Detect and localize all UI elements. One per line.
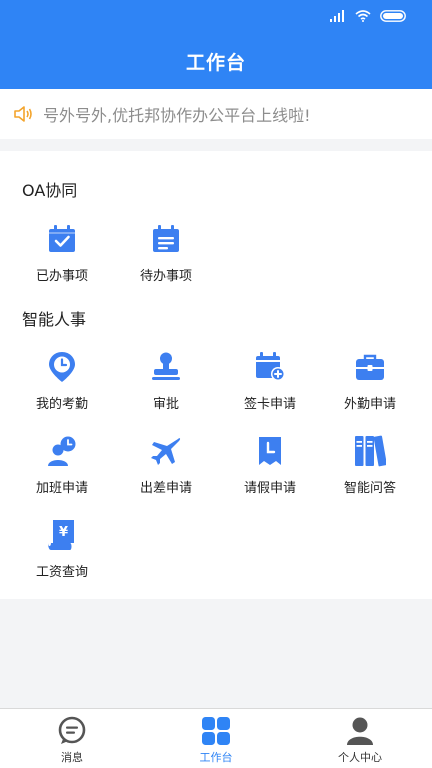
workspace-panel: OA协同 已办事项 待办事项 智能人事 我的考勤 审批 签卡申请 外勤申请 加班… xyxy=(0,151,432,599)
grid-item-leave-request[interactable]: 请假申请 xyxy=(216,435,324,505)
salary-scroll-icon: ¥ xyxy=(48,520,74,550)
grid-item-approval[interactable]: 审批 xyxy=(112,351,220,421)
grid-item-label: 签卡申请 xyxy=(243,397,296,412)
grid-item-salary-query[interactable]: ¥ 工资查询 xyxy=(8,519,116,589)
section-title-oa: OA协同 xyxy=(22,181,78,200)
app-header: 工作台 xyxy=(0,0,432,89)
chat-bubble-icon xyxy=(58,716,86,744)
grid-item-clock-in-request[interactable]: 签卡申请 xyxy=(216,351,324,421)
tab-messages[interactable]: 消息 xyxy=(0,709,144,768)
grid-item-smart-qa[interactable]: 智能问答 xyxy=(316,435,424,505)
notice-text: 号外号外,优托邦协作办公平台上线啦! xyxy=(43,106,311,125)
status-bar xyxy=(330,10,406,22)
tab-workbench[interactable]: 工作台 xyxy=(144,709,288,768)
grid-item-label: 出差申请 xyxy=(139,481,192,496)
binders-icon xyxy=(355,435,386,467)
grid-item-label: 智能问答 xyxy=(343,481,396,496)
grid-item-label: 待办事项 xyxy=(139,269,192,284)
battery-icon xyxy=(380,10,406,22)
tab-label: 消息 xyxy=(61,751,83,764)
tab-profile[interactable]: 个人中心 xyxy=(288,709,432,768)
tab-label: 个人中心 xyxy=(338,751,382,764)
grid-item-field-work-request[interactable]: 外勤申请 xyxy=(316,351,424,421)
notice-bar[interactable]: 号外号外,优托邦协作办公平台上线啦! xyxy=(0,89,432,139)
grid-item-attendance[interactable]: 我的考勤 xyxy=(8,351,116,421)
page-title: 工作台 xyxy=(185,52,246,74)
leave-note-icon xyxy=(259,437,281,465)
tab-label: 工作台 xyxy=(199,751,233,764)
grid-item-label: 加班申请 xyxy=(35,481,88,496)
grid-item-label: 我的考勤 xyxy=(35,397,88,412)
grid-item-done-tasks[interactable]: 已办事项 xyxy=(8,223,116,293)
person-icon xyxy=(347,717,373,745)
user-clock-icon xyxy=(48,436,76,466)
grid-item-label: 外勤申请 xyxy=(343,397,396,412)
speaker-icon xyxy=(14,106,32,122)
grid-icon xyxy=(202,717,230,745)
grid-item-business-trip-request[interactable]: 出差申请 xyxy=(112,435,220,505)
calendar-list-icon xyxy=(153,225,179,252)
briefcase-icon xyxy=(356,354,384,380)
signal-icon xyxy=(330,10,344,22)
stamp-icon xyxy=(152,352,180,380)
calendar-check-icon xyxy=(49,225,75,252)
svg-text:¥: ¥ xyxy=(59,525,68,540)
clock-pin-icon xyxy=(49,352,75,382)
grid-item-label: 已办事项 xyxy=(35,269,88,284)
airplane-icon xyxy=(151,438,181,465)
grid-item-label: 工资查询 xyxy=(35,565,88,580)
grid-item-todo-tasks[interactable]: 待办事项 xyxy=(112,223,220,293)
section-title-hr: 智能人事 xyxy=(22,310,87,329)
grid-item-label: 请假申请 xyxy=(243,481,296,496)
grid-item-overtime-request[interactable]: 加班申请 xyxy=(8,435,116,505)
grid-item-label: 审批 xyxy=(152,397,179,412)
wifi-icon xyxy=(355,10,371,22)
calendar-add-icon xyxy=(256,352,285,381)
bottom-tab-bar: 消息 工作台 个人中心 xyxy=(0,708,432,768)
